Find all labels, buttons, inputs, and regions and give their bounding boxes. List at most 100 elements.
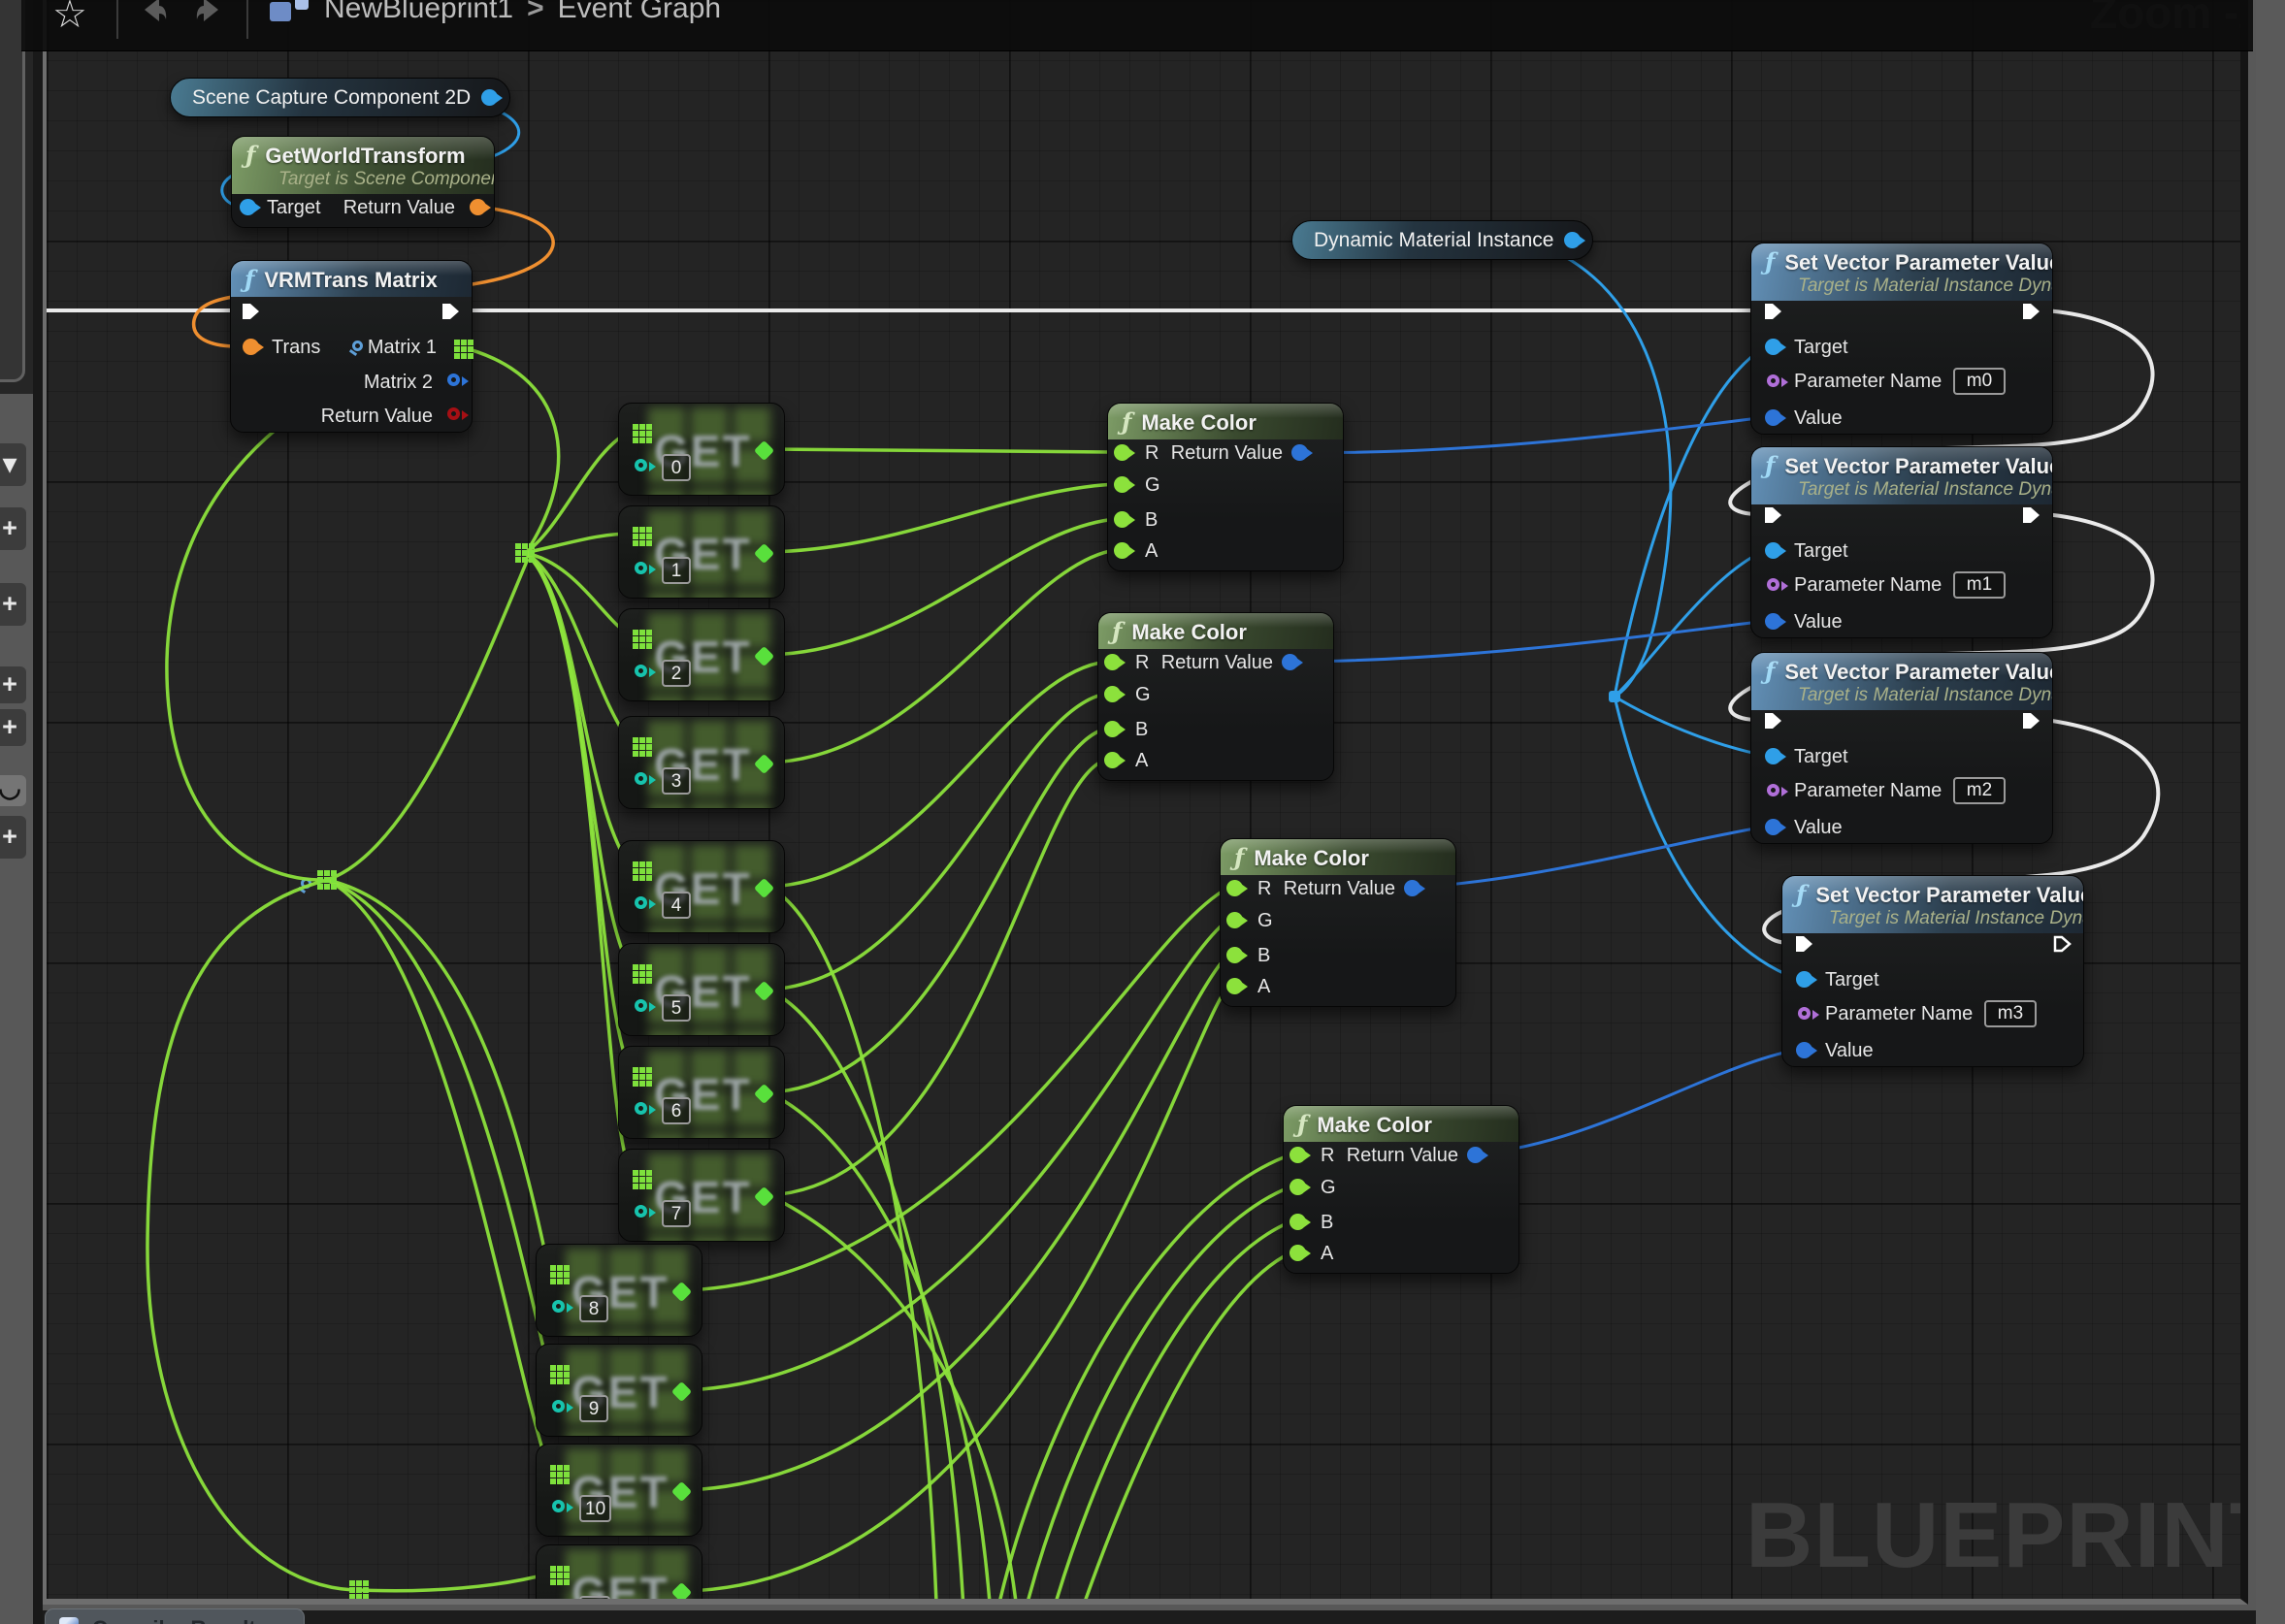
target-input-pin[interactable]: [1765, 339, 1781, 355]
value-input-pin[interactable]: [1765, 613, 1781, 630]
exec-output-pin[interactable]: [2021, 504, 2042, 526]
parameter-name-value[interactable]: m3: [1984, 1000, 2037, 1027]
index-value[interactable]: 10: [579, 1495, 611, 1522]
index-input-pin[interactable]: [635, 999, 647, 1012]
element-output-pin[interactable]: [754, 981, 774, 1001]
return-value-output-pin[interactable]: [1467, 1147, 1484, 1163]
r-input-pin[interactable]: [1289, 1147, 1306, 1163]
collapse-button[interactable]: ▾: [0, 442, 27, 487]
element-output-pin[interactable]: [754, 878, 774, 898]
curve-button[interactable]: ◡: [0, 774, 27, 807]
parameter-name-value[interactable]: m2: [1953, 777, 2006, 804]
g-input-pin[interactable]: [1114, 476, 1130, 493]
parameter-name-value[interactable]: m1: [1953, 571, 2006, 599]
element-output-pin[interactable]: [754, 440, 774, 461]
parameter-name-input-pin[interactable]: [1798, 1007, 1811, 1020]
index-input-pin[interactable]: [635, 1205, 647, 1218]
index-input-pin[interactable]: [635, 459, 647, 471]
array-input-pin[interactable]: [550, 1265, 556, 1271]
parameter-name-input-pin[interactable]: [1767, 784, 1779, 796]
array-input-pin[interactable]: [633, 527, 638, 533]
exec-input-pin[interactable]: [1763, 504, 1784, 526]
array-input-pin[interactable]: [633, 1067, 638, 1073]
index-input-pin[interactable]: [635, 665, 647, 677]
exec-output-pin[interactable]: [2021, 301, 2042, 322]
node-make-color[interactable]: ƒMake Color R Return Value G B A: [1097, 612, 1334, 781]
breadcrumb-page[interactable]: Event Graph: [558, 0, 721, 24]
reroute-node[interactable]: [349, 1580, 355, 1586]
value-input-pin[interactable]: [1765, 819, 1781, 835]
b-input-pin[interactable]: [1114, 511, 1130, 528]
array-get-node[interactable]: GET4: [618, 840, 785, 933]
return-value-output-pin[interactable]: [1291, 444, 1308, 461]
index-value[interactable]: 11: [579, 1596, 610, 1605]
target-input-pin[interactable]: [240, 199, 256, 215]
object-output-pin[interactable]: [1564, 232, 1581, 248]
b-input-pin[interactable]: [1289, 1214, 1306, 1230]
node-get-world-transform[interactable]: ƒGetWorldTransform Target is Scene Compo…: [231, 136, 495, 228]
parameter-name-value[interactable]: m0: [1953, 368, 2006, 395]
index-input-pin[interactable]: [552, 1601, 565, 1605]
array-get-node[interactable]: GET9: [536, 1344, 702, 1437]
array-get-node[interactable]: GET3: [618, 716, 785, 809]
compiler-results-tab[interactable]: Compiler Results: [45, 1608, 305, 1624]
a-input-pin[interactable]: [1114, 542, 1130, 559]
array-input-pin[interactable]: [633, 630, 638, 635]
element-output-pin[interactable]: [671, 1381, 692, 1402]
array-input-pin[interactable]: [550, 1465, 556, 1471]
index-input-pin[interactable]: [552, 1500, 565, 1512]
element-output-pin[interactable]: [754, 543, 774, 564]
index-value[interactable]: 3: [662, 767, 691, 795]
variable-node-dynamic-material[interactable]: Dynamic Material Instance: [1291, 220, 1593, 260]
node-set-vector-parameter[interactable]: ƒSet Vector Parameter Value Target is Ma…: [1750, 652, 2053, 844]
variable-node-scene-capture[interactable]: Scene Capture Component 2D: [170, 78, 510, 117]
r-input-pin[interactable]: [1104, 654, 1121, 670]
value-input-pin[interactable]: [1765, 409, 1781, 426]
array-input-pin[interactable]: [550, 1365, 556, 1371]
favorite-star-icon[interactable]: ☆: [52, 0, 87, 37]
element-output-pin[interactable]: [754, 1084, 774, 1104]
index-value[interactable]: 4: [662, 892, 691, 919]
index-value[interactable]: 5: [662, 994, 691, 1022]
matrix1-array-output-pin[interactable]: [454, 340, 460, 345]
return-value-output-pin[interactable]: [1404, 880, 1420, 896]
exec-output-pin[interactable]: [2021, 710, 2042, 731]
a-input-pin[interactable]: [1289, 1245, 1306, 1261]
b-input-pin[interactable]: [1226, 947, 1243, 963]
g-input-pin[interactable]: [1104, 686, 1121, 702]
index-value[interactable]: 9: [579, 1395, 608, 1422]
add-button[interactable]: +: [0, 708, 27, 747]
add-button[interactable]: +: [0, 815, 27, 860]
array-get-node[interactable]: GET6: [618, 1046, 785, 1139]
index-value[interactable]: 8: [579, 1295, 608, 1322]
array-input-pin[interactable]: [633, 1170, 638, 1176]
target-input-pin[interactable]: [1796, 971, 1812, 988]
element-output-pin[interactable]: [671, 1481, 692, 1502]
r-input-pin[interactable]: [1114, 444, 1130, 461]
index-input-pin[interactable]: [635, 1102, 647, 1115]
event-graph-canvas[interactable]: BLUEPRINT Zoom -2: [43, 0, 2248, 1605]
parameter-name-input-pin[interactable]: [1767, 578, 1779, 591]
array-get-node[interactable]: GET2: [618, 608, 785, 701]
add-button[interactable]: +: [0, 666, 27, 704]
array-get-node[interactable]: GET7: [618, 1149, 785, 1242]
array-get-node[interactable]: GET1: [618, 505, 785, 599]
index-value[interactable]: 2: [662, 660, 691, 687]
node-make-color[interactable]: ƒMake Color R Return Value G B A: [1107, 403, 1344, 571]
array-input-pin[interactable]: [633, 424, 638, 430]
exec-output-pin[interactable]: [441, 301, 462, 322]
node-set-vector-parameter[interactable]: ƒSet Vector Parameter Value Target is Ma…: [1781, 875, 2084, 1067]
b-input-pin[interactable]: [1104, 721, 1121, 737]
array-get-node[interactable]: GET11: [536, 1544, 702, 1605]
index-input-pin[interactable]: [635, 896, 647, 909]
index-value[interactable]: 0: [662, 454, 691, 481]
matrix2-output-pin[interactable]: [447, 374, 460, 386]
array-input-pin[interactable]: [633, 861, 638, 867]
add-button[interactable]: +: [0, 582, 27, 627]
return-value-output-pin[interactable]: [470, 199, 486, 215]
exec-input-pin[interactable]: [1763, 710, 1784, 731]
index-value[interactable]: 1: [662, 557, 691, 584]
array-input-pin[interactable]: [633, 737, 638, 743]
reroute-node[interactable]: [317, 870, 323, 876]
array-get-node[interactable]: GET8: [536, 1244, 702, 1337]
